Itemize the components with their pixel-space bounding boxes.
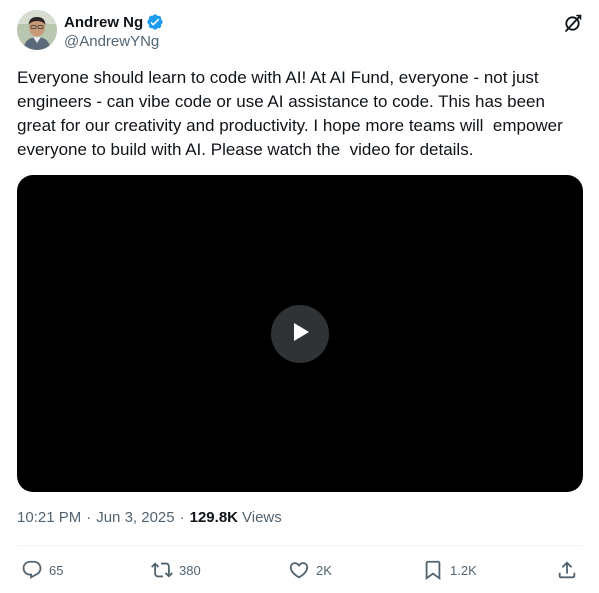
views-count: 129.8K: [189, 509, 238, 526]
divider: [17, 545, 583, 546]
tweet-time[interactable]: 10:21 PM: [17, 509, 81, 526]
tweet-header: Andrew Ng @AndrewYNg: [17, 10, 164, 50]
reply-count: 65: [49, 562, 64, 578]
bookmark-icon: [422, 559, 444, 581]
like-count: 2K: [316, 562, 332, 578]
bookmark-count: 1.2K: [450, 562, 477, 578]
bookmark-button[interactable]: 1.2K: [422, 556, 477, 584]
share-button[interactable]: [556, 556, 578, 584]
verified-badge-icon[interactable]: [146, 13, 164, 31]
author-names: Andrew Ng @AndrewYNg: [64, 12, 164, 50]
grok-icon[interactable]: [563, 13, 583, 33]
play-icon: [288, 320, 312, 349]
like-button[interactable]: 2K: [288, 556, 332, 584]
repost-count: 380: [179, 562, 201, 578]
tweet-meta: 10:21 PM · Jun 3, 2025 · 129.8K Views: [17, 509, 282, 526]
heart-icon: [288, 559, 310, 581]
tweet-card: Andrew Ng @AndrewYNg Everyone should lea…: [0, 0, 599, 593]
reply-icon: [21, 559, 43, 581]
avatar[interactable]: [17, 10, 57, 50]
views-label: Views: [242, 509, 282, 526]
tweet-text: Everyone should learn to code with AI! A…: [17, 68, 568, 159]
author-handle[interactable]: @AndrewYNg: [64, 33, 164, 50]
action-bar: 65 380 2K 1.2K: [17, 556, 583, 584]
repost-button[interactable]: 380: [151, 556, 201, 584]
tweet-date[interactable]: Jun 3, 2025: [96, 509, 174, 526]
meta-separator: ·: [86, 509, 92, 526]
video-player[interactable]: [17, 175, 583, 492]
display-name[interactable]: Andrew Ng: [64, 14, 143, 31]
repost-icon: [151, 559, 173, 581]
name-row: Andrew Ng: [64, 12, 164, 32]
reply-button[interactable]: 65: [21, 556, 63, 584]
meta-separator: ·: [179, 509, 185, 526]
share-icon: [556, 559, 578, 581]
play-button[interactable]: [271, 305, 329, 363]
